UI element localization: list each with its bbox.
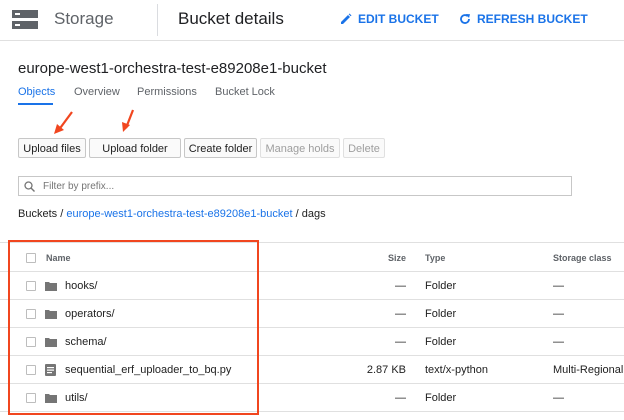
object-storage-class: — xyxy=(553,392,564,404)
tab-overview[interactable]: Overview xyxy=(74,86,120,98)
folder-icon xyxy=(45,394,57,403)
folder-icon xyxy=(45,338,57,347)
object-name[interactable]: operators/ xyxy=(65,308,115,320)
refresh-bucket-label: REFRESH BUCKET xyxy=(477,12,588,26)
object-name[interactable]: schema/ xyxy=(65,336,107,348)
breadcrumb-bucket-link[interactable]: europe-west1-orchestra-test-e89208e1-buc… xyxy=(66,208,292,220)
file-icon xyxy=(45,364,56,376)
object-storage-class: — xyxy=(553,336,564,348)
tab-permissions[interactable]: Permissions xyxy=(137,86,197,98)
object-size: — xyxy=(395,308,406,320)
table-row[interactable]: utils/ — Folder — xyxy=(0,384,624,412)
page-title: Bucket details xyxy=(178,9,284,28)
search-icon xyxy=(24,180,35,192)
object-storage-class: Multi-Regional xyxy=(553,364,624,376)
row-checkbox[interactable] xyxy=(26,309,36,319)
header-divider xyxy=(0,40,624,41)
divider xyxy=(157,4,158,36)
object-type: Folder xyxy=(425,308,457,320)
annotation-arrow-upload-folder xyxy=(122,109,135,132)
top-bar: Storage Bucket details EDIT BUCKET REFRE… xyxy=(0,0,624,40)
filter-input[interactable] xyxy=(41,179,545,193)
bucket-name: europe-west1-orchestra-test-e89208e1-buc… xyxy=(18,60,327,77)
manage-holds-button[interactable]: Manage holds xyxy=(260,138,340,158)
pencil-icon xyxy=(341,13,352,24)
object-type: Folder xyxy=(425,336,457,348)
row-checkbox[interactable] xyxy=(26,393,36,403)
object-type: text/x-python xyxy=(425,364,488,376)
upload-folder-button[interactable]: Upload folder xyxy=(89,138,181,158)
object-storage-class: — xyxy=(553,280,564,292)
row-checkbox[interactable] xyxy=(26,337,36,347)
object-name[interactable]: sequential_erf_uploader_to_bq.py xyxy=(65,364,231,376)
create-folder-button[interactable]: Create folder xyxy=(184,138,257,158)
filter-box xyxy=(18,176,572,196)
active-tab-indicator xyxy=(18,103,53,105)
table-row[interactable]: hooks/ — Folder — xyxy=(0,272,624,300)
storage-icon xyxy=(12,10,38,29)
object-type: Folder xyxy=(425,392,457,404)
tab-objects[interactable]: Objects xyxy=(18,86,55,98)
table-header-row: Name Size Type Storage class xyxy=(0,242,624,272)
refresh-icon xyxy=(460,14,470,24)
row-checkbox[interactable] xyxy=(26,365,36,375)
breadcrumb-separator: / xyxy=(295,208,299,220)
annotation-arrow-upload-files xyxy=(54,111,73,134)
header-type[interactable]: Type xyxy=(425,253,445,263)
tab-bucket-lock[interactable]: Bucket Lock xyxy=(215,86,275,98)
object-size: — xyxy=(395,392,406,404)
row-checkbox[interactable] xyxy=(26,281,36,291)
select-all-checkbox[interactable] xyxy=(26,253,36,263)
breadcrumb-current: dags xyxy=(301,208,326,220)
delete-button[interactable]: Delete xyxy=(343,138,385,158)
refresh-bucket-button[interactable]: REFRESH BUCKET xyxy=(459,12,588,26)
folder-icon xyxy=(45,310,57,319)
header-storage-class[interactable]: Storage class xyxy=(553,253,612,263)
object-type: Folder xyxy=(425,280,457,292)
breadcrumb: Buckets / europe-west1-orchestra-test-e8… xyxy=(18,208,326,220)
object-size: 2.87 KB xyxy=(366,364,406,376)
header-size[interactable]: Size xyxy=(388,253,406,263)
upload-files-button[interactable]: Upload files xyxy=(18,138,86,158)
object-name[interactable]: hooks/ xyxy=(65,280,97,292)
breadcrumb-buckets[interactable]: Buckets xyxy=(18,208,57,220)
breadcrumb-separator: / xyxy=(60,208,64,220)
edit-bucket-button[interactable]: EDIT BUCKET xyxy=(340,12,439,26)
object-storage-class: — xyxy=(553,308,564,320)
object-size: — xyxy=(395,280,406,292)
object-name[interactable]: utils/ xyxy=(65,392,88,404)
table-row[interactable]: schema/ — Folder — xyxy=(0,328,624,356)
table-row[interactable]: sequential_erf_uploader_to_bq.py 2.87 KB… xyxy=(0,356,624,384)
header-name[interactable]: Name xyxy=(46,253,71,263)
table-row[interactable]: operators/ — Folder — xyxy=(0,300,624,328)
edit-bucket-label: EDIT BUCKET xyxy=(358,12,439,26)
object-size: — xyxy=(395,336,406,348)
folder-icon xyxy=(45,282,57,291)
product-label: Storage xyxy=(54,9,114,28)
